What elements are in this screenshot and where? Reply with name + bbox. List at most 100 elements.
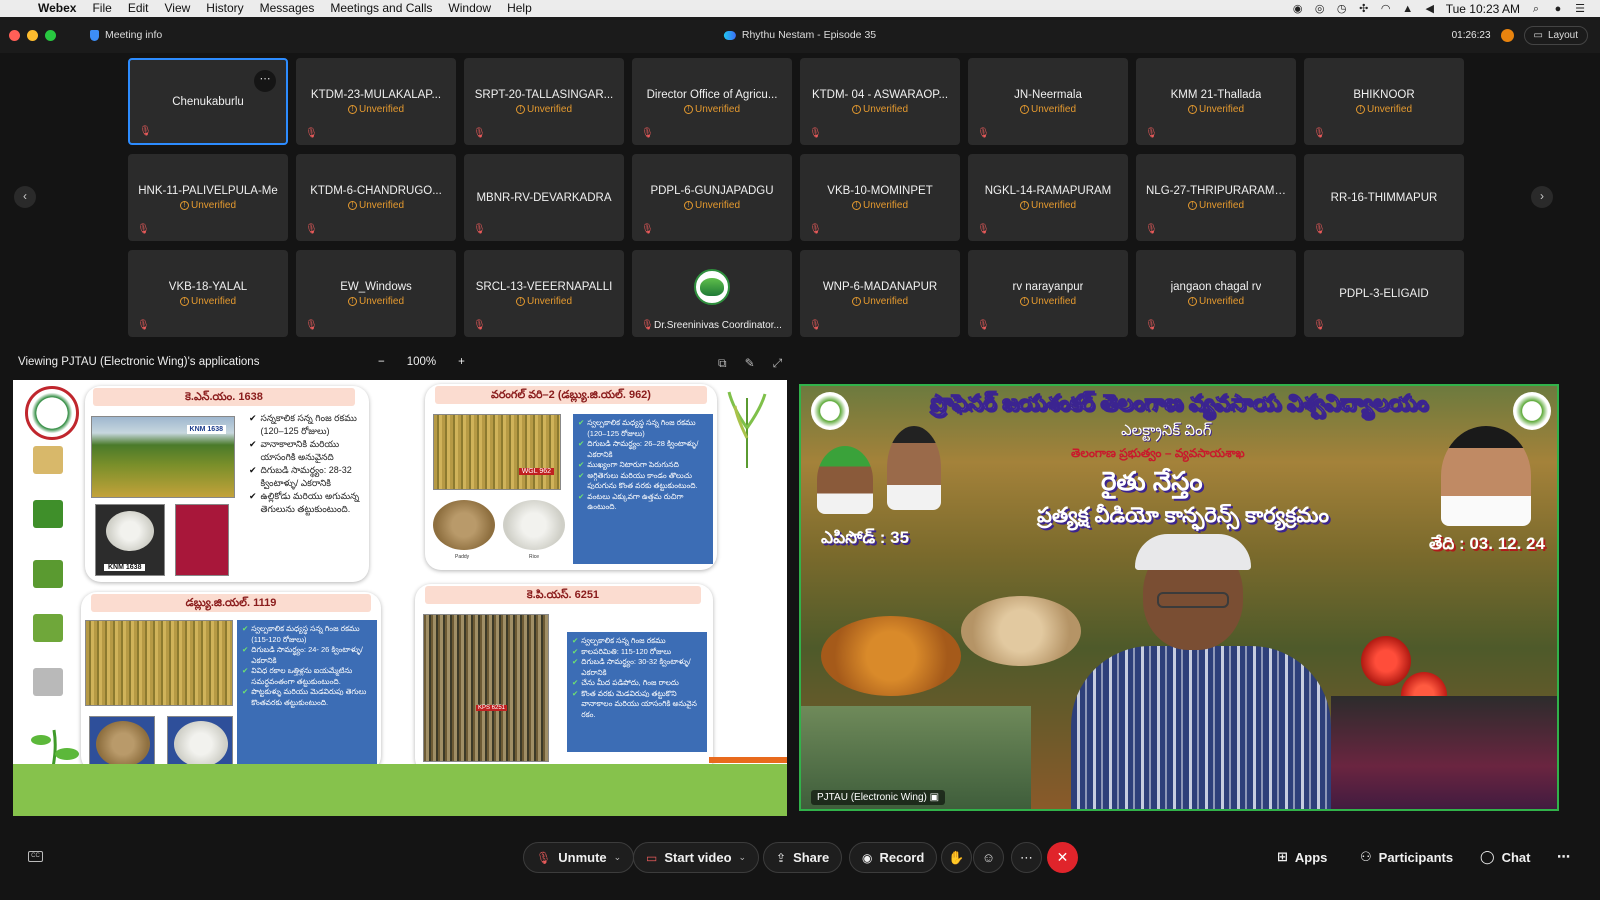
siri-icon[interactable]: ● bbox=[1552, 3, 1564, 15]
participant-status: Unverified bbox=[526, 295, 573, 307]
menubar-clock[interactable]: Tue 10:23 AM bbox=[1446, 2, 1520, 16]
spotlight-search-icon[interactable]: ⌕ bbox=[1530, 3, 1542, 15]
participant-status: Unverified bbox=[190, 295, 237, 307]
muted-microphone-icon: 🎙︎ bbox=[305, 320, 318, 331]
meeting-info-label: Meeting info bbox=[105, 29, 163, 41]
zoom-window-button[interactable] bbox=[45, 29, 56, 41]
participant-name: rv narayanpur bbox=[1012, 280, 1084, 293]
share-status-bar: Viewing PJTAU (Electronic Wing)'s applic… bbox=[18, 356, 788, 374]
participant-tile[interactable]: EW_Windows! Unverified 🎙︎ bbox=[296, 250, 456, 337]
participant-tile[interactable]: KTDM-6-CHANDRUGO...! Unverified 🎙︎ bbox=[296, 154, 456, 241]
start-video-button[interactable]: ▭ Start video ⌄ bbox=[633, 842, 760, 873]
participant-tile[interactable]: KTDM-23-MULAKALAP...! Unverified 🎙︎ bbox=[296, 58, 456, 145]
participant-tile[interactable]: jangaon chagal rv! Unverified 🎙︎ bbox=[1136, 250, 1296, 337]
participant-status: Unverified bbox=[526, 103, 573, 115]
active-speaker-video[interactable]: ప్రొఫెసర్ జయశంకర్ తెలంగాణ వ్యవసాయ విశ్వవ… bbox=[799, 384, 1559, 811]
chat-button[interactable]: ◯ Chat bbox=[1480, 849, 1530, 865]
participant-name: RR-16-THIMMAPUR bbox=[1330, 191, 1438, 204]
end-meeting-button[interactable]: ✕ bbox=[1047, 842, 1078, 873]
participant-name: MBNR-RV-DEVARKADRA bbox=[476, 191, 612, 204]
chevron-down-icon[interactable]: ⌄ bbox=[614, 852, 622, 863]
participant-name: VKB-10-MOMINPET bbox=[827, 184, 933, 197]
viewing-label: Viewing PJTAU (Electronic Wing)'s applic… bbox=[18, 356, 260, 368]
remote-control-icon[interactable]: ⧉ bbox=[718, 356, 727, 371]
previous-page-arrow-icon[interactable]: ‹ bbox=[14, 186, 36, 208]
participant-tile[interactable]: SRCL-13-VEEERNAPALLI! Unverified 🎙︎ bbox=[464, 250, 624, 337]
screen-record-icon[interactable]: ◎ bbox=[1314, 3, 1326, 15]
participant-tile[interactable]: rv narayanpur! Unverified 🎙︎ bbox=[968, 250, 1128, 337]
participant-tile[interactable]: MBNR-RV-DEVARKADRA 🎙︎ bbox=[464, 154, 624, 241]
volume-icon[interactable]: ◀ bbox=[1424, 3, 1436, 15]
participant-tile[interactable]: Dr.Sreeninivas Coordinator... 🎙︎ bbox=[632, 250, 792, 337]
menu-window[interactable]: Window bbox=[440, 0, 499, 17]
menu-app-webex[interactable]: Webex bbox=[30, 0, 84, 17]
menu-file[interactable]: File bbox=[84, 0, 119, 17]
participant-tile[interactable]: KTDM- 04 - ASWARAOP...! Unverified 🎙︎ bbox=[800, 58, 960, 145]
participant-tile[interactable]: PDPL-6-GUNJAPADGU! Unverified 🎙︎ bbox=[632, 154, 792, 241]
participant-tile[interactable]: KMM 21-Thallada! Unverified 🎙︎ bbox=[1136, 58, 1296, 145]
participant-tile[interactable]: BHIKNOOR! Unverified 🎙︎ bbox=[1304, 58, 1464, 145]
wing-banner: ఎలక్ట్రానిక్ వింగ్ bbox=[1121, 422, 1212, 439]
unverified-badge: ! Unverified bbox=[179, 295, 237, 307]
menu-messages[interactable]: Messages bbox=[252, 0, 323, 17]
warning-icon: ! bbox=[1187, 200, 1197, 210]
menu-history[interactable]: History bbox=[198, 0, 251, 17]
annotate-icon[interactable]: ✎ bbox=[745, 356, 755, 371]
participant-tile[interactable]: WNP-6-MADANAPUR! Unverified 🎙︎ bbox=[800, 250, 960, 337]
meeting-info-button[interactable]: Meeting info bbox=[90, 29, 162, 41]
wifi-icon[interactable]: ◠ bbox=[1380, 3, 1392, 15]
muted-microphone-icon: 🎙︎ bbox=[977, 128, 990, 139]
apps-button[interactable]: ⊞ Apps bbox=[1277, 849, 1327, 865]
menu-meetings-and-calls[interactable]: Meetings and Calls bbox=[322, 0, 440, 17]
participant-tile[interactable]: JN-Neermala! Unverified 🎙︎ bbox=[968, 58, 1128, 145]
slide-thumbnail-field bbox=[33, 560, 63, 588]
muted-microphone-icon: 🎙︎ bbox=[137, 320, 150, 331]
airplay-icon[interactable]: ▲ bbox=[1402, 3, 1414, 15]
tile-more-options-icon[interactable]: ⋯ bbox=[254, 70, 276, 92]
notification-indicator-icon[interactable] bbox=[1500, 28, 1514, 42]
menu-view[interactable]: View bbox=[157, 0, 199, 17]
close-window-button[interactable] bbox=[9, 29, 20, 41]
participant-tile[interactable]: Director Office of Agricu...! Unverified 🎙… bbox=[632, 58, 792, 145]
bluetooth-icon[interactable]: ✣ bbox=[1358, 3, 1370, 15]
menu-help[interactable]: Help bbox=[499, 0, 540, 17]
participant-tile[interactable]: NGKL-14-RAMAPURAM! Unverified 🎙︎ bbox=[968, 154, 1128, 241]
paddy-stalk-illustration bbox=[727, 391, 767, 468]
participant-tile[interactable]: PDPL-3-ELIGAID 🎙︎ bbox=[1304, 250, 1464, 337]
participant-tile[interactable]: RR-16-THIMMAPUR 🎙︎ bbox=[1304, 154, 1464, 241]
participant-status: Unverified bbox=[694, 103, 741, 115]
participant-tile[interactable]: SRPT-20-TALLASINGAR...! Unverified 🎙︎ bbox=[464, 58, 624, 145]
time-machine-icon[interactable]: ◷ bbox=[1336, 3, 1348, 15]
university-banner: ప్రొఫెసర్ జయశంకర్ తెలంగాణ వ్యవసాయ విశ్వవ… bbox=[930, 390, 1429, 416]
control-center-icon[interactable]: ☰ bbox=[1574, 3, 1586, 15]
next-page-arrow-icon[interactable]: › bbox=[1531, 186, 1553, 208]
layout-button[interactable]: ▭ Layout bbox=[1523, 25, 1588, 45]
participant-tile[interactable]: Chenukaburlu 🎙︎ ⋯ bbox=[128, 58, 288, 145]
more-panels-button[interactable]: ⋯ bbox=[1557, 849, 1570, 865]
card2-bullets: ✔ స్వల్పకాలిక మధ్యస్థ సన్న గింజ రకము (120… bbox=[573, 414, 713, 564]
webex-status-icon[interactable]: ◉ bbox=[1292, 3, 1304, 15]
chevron-down-icon[interactable]: ⌄ bbox=[739, 852, 747, 863]
muted-microphone-icon: 🎙︎ bbox=[977, 320, 990, 331]
warning-icon: ! bbox=[851, 104, 861, 114]
record-button[interactable]: ◉ Record bbox=[849, 842, 938, 873]
zoom-out-button[interactable]: − bbox=[378, 356, 385, 368]
zoom-in-button[interactable]: + bbox=[458, 356, 465, 368]
more-options-button[interactable]: ⋯ bbox=[1011, 842, 1042, 873]
fullscreen-icon[interactable]: ⤢ bbox=[773, 356, 783, 371]
zoom-level[interactable]: 100% bbox=[407, 356, 436, 368]
participants-button[interactable]: ⚇ Participants bbox=[1360, 849, 1453, 865]
muted-microphone-icon: 🎙︎ bbox=[641, 224, 654, 235]
menu-edit[interactable]: Edit bbox=[120, 0, 157, 17]
unmute-button[interactable]: 🎙︎ Unmute ⌄ bbox=[523, 842, 635, 873]
participant-tile[interactable]: VKB-10-MOMINPET! Unverified 🎙︎ bbox=[800, 154, 960, 241]
reactions-button[interactable]: ☺ bbox=[973, 842, 1004, 873]
participant-tile[interactable]: VKB-18-YALAL! Unverified 🎙︎ bbox=[128, 250, 288, 337]
participant-tile[interactable]: NLG-27-THRIPURARAM....! Unverified 🎙︎ bbox=[1136, 154, 1296, 241]
raise-hand-button[interactable]: ✋ bbox=[941, 842, 972, 873]
program-banner: రైతు నేస్తం bbox=[1101, 466, 1203, 496]
closed-captions-icon[interactable]: CC bbox=[28, 851, 43, 862]
minimize-window-button[interactable] bbox=[27, 29, 38, 41]
share-button[interactable]: ⇪ Share bbox=[763, 842, 843, 873]
participant-tile[interactable]: HNK-11-PALIVELPULA-Me! Unverified 🎙︎ bbox=[128, 154, 288, 241]
